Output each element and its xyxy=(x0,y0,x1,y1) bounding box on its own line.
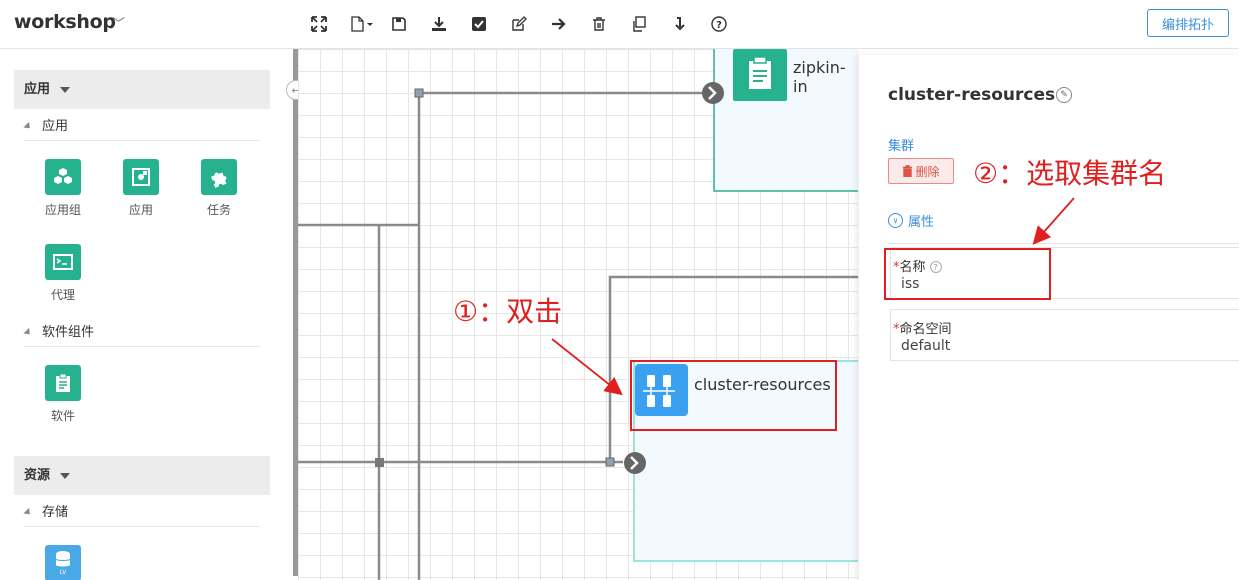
edit-icon[interactable] xyxy=(508,13,530,35)
annotation-box-name xyxy=(884,248,1051,300)
group-header-software-components[interactable]: 软件组件 xyxy=(23,321,260,347)
copy-icon[interactable] xyxy=(628,13,650,35)
caret-down-icon xyxy=(60,472,71,479)
palette-item-software[interactable]: 软件 xyxy=(33,365,93,424)
delete-button[interactable]: 删除 xyxy=(888,158,954,184)
cubes-icon xyxy=(45,159,81,195)
divider xyxy=(888,243,1239,244)
check-icon[interactable] xyxy=(468,13,490,35)
palette-item-proxy[interactable]: 代理 xyxy=(33,244,93,303)
panel-title: cluster-resources xyxy=(888,85,1056,105)
triangle-icon xyxy=(23,327,33,338)
triangle-icon xyxy=(23,121,33,132)
annotation-step2: ②：选取集群名 xyxy=(973,157,1167,190)
puzzle-icon xyxy=(201,159,237,195)
topology-canvas[interactable]: zipkin-in cluster-resources xyxy=(298,49,858,580)
section-header-apps[interactable]: 应用 xyxy=(14,70,270,109)
app-title[interactable]: workshop xyxy=(14,11,116,33)
namespace-field-label: 命名空间 xyxy=(899,322,952,337)
edit-topology-button[interactable]: 编排拓扑 xyxy=(1147,9,1229,37)
chevron-down-icon[interactable]: ﹀ xyxy=(112,13,125,32)
properties-panel: cluster-resources ✎ 集群 删除 ∨ 属性 *名称? iss … xyxy=(858,55,1239,580)
properties-toggle[interactable]: ∨ 属性 xyxy=(888,211,934,230)
connector-arrow-icon xyxy=(624,452,646,474)
annotation-box-node xyxy=(630,360,837,431)
connector-arrow-icon xyxy=(702,82,724,104)
trash-icon[interactable] xyxy=(588,13,610,35)
top-toolbar: workshop ﹀ ? 编排拓扑 xyxy=(0,0,1239,49)
annotation-step1: ①：双击 xyxy=(453,295,563,328)
svg-text:LV: LV xyxy=(60,569,68,576)
caret-down-icon xyxy=(60,86,71,93)
group-header-storage[interactable]: 存储 xyxy=(23,501,260,527)
save-icon[interactable] xyxy=(388,13,410,35)
new-file-icon[interactable] xyxy=(346,13,378,35)
topology-wires xyxy=(298,49,858,580)
palette-item-storage[interactable]: LV xyxy=(33,545,93,580)
app-icon xyxy=(123,159,159,195)
help-icon[interactable]: ? xyxy=(708,13,730,35)
component-palette: 应用 应用 应用组 应用 任务 代理 软件组件 软件 资源 存储 LV xyxy=(0,49,290,580)
node-label-zipkin[interactable]: zipkin-in xyxy=(793,58,858,96)
namespace-field[interactable]: *命名空间 default xyxy=(890,309,1239,361)
arrow-right-icon[interactable] xyxy=(548,13,570,35)
section-header-resources[interactable]: 资源 xyxy=(14,456,270,495)
svg-text:?: ? xyxy=(716,20,722,31)
palette-item-app[interactable]: 应用 xyxy=(111,159,171,218)
edit-name-icon[interactable]: ✎ xyxy=(1056,87,1072,103)
fullscreen-icon[interactable] xyxy=(308,13,330,35)
download-icon[interactable] xyxy=(428,13,450,35)
clipboard-icon xyxy=(45,365,81,401)
chevron-down-icon: ∨ xyxy=(888,213,903,228)
namespace-field-value[interactable]: default xyxy=(901,338,950,354)
group-header-apps[interactable]: 应用 xyxy=(23,115,260,141)
import-icon[interactable] xyxy=(668,13,690,35)
palette-item-app-group[interactable]: 应用组 xyxy=(33,159,93,218)
terminal-icon xyxy=(45,244,81,280)
palette-item-task[interactable]: 任务 xyxy=(189,159,249,218)
triangle-icon xyxy=(23,507,33,518)
database-icon: LV xyxy=(45,545,81,580)
node-kind-label: 集群 xyxy=(888,139,915,154)
trash-icon xyxy=(903,165,913,177)
